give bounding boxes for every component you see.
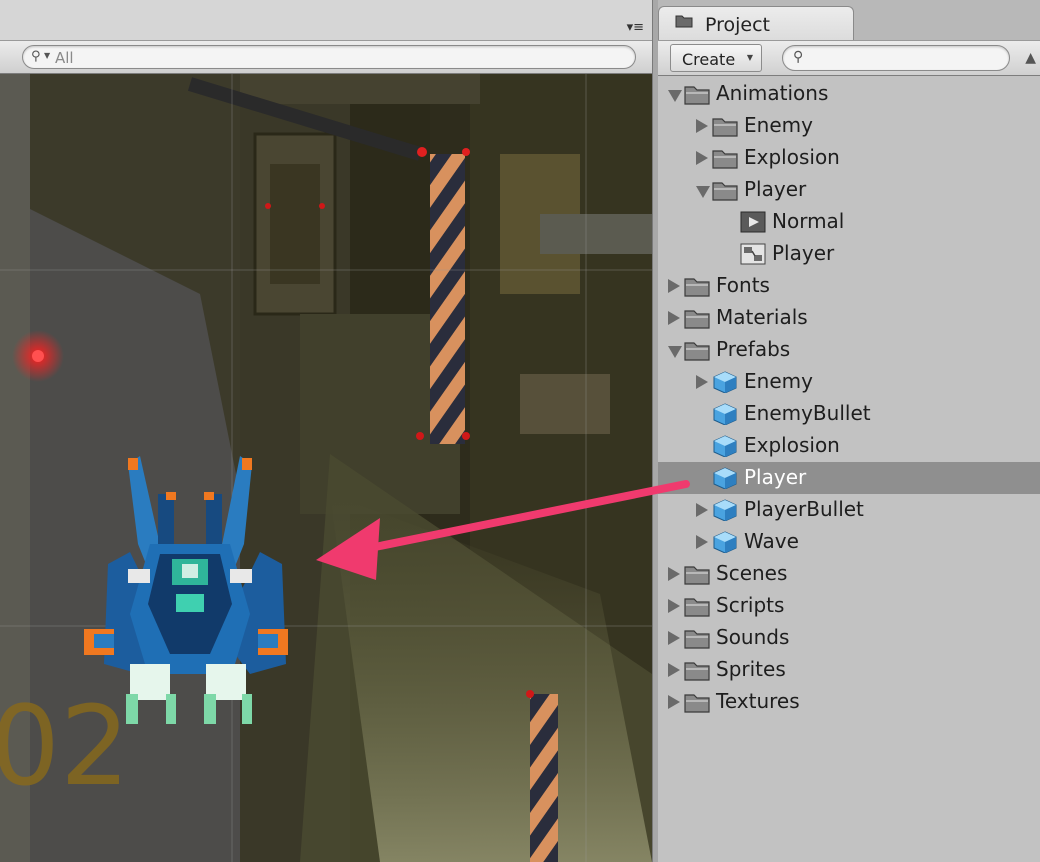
tree-row-label: EnemyBullet	[744, 401, 871, 425]
tree-row[interactable]: Enemy	[658, 366, 1040, 398]
disclosure-open-icon[interactable]	[696, 186, 710, 198]
prefab-cube-icon	[713, 435, 737, 457]
tree-row-label: Enemy	[744, 113, 813, 137]
tree-row-label: Player	[744, 177, 807, 201]
tree-row[interactable]: Sounds	[658, 622, 1040, 654]
disclosure-closed-icon[interactable]	[668, 663, 680, 677]
tree-row-label: PlayerBullet	[744, 497, 864, 521]
disclosure-closed-icon[interactable]	[696, 375, 708, 389]
caret-down-icon: ▼	[746, 53, 753, 62]
tree-row-label: Animations	[716, 81, 829, 105]
search-filter-dropdown-icon[interactable]: ▼	[44, 51, 50, 60]
disclosure-closed-icon[interactable]	[696, 535, 708, 549]
tree-row-label: Scenes	[716, 561, 788, 585]
project-tree: Animations Enemy Explosion Player Normal Play…	[658, 78, 1040, 862]
disclosure-closed-icon[interactable]	[668, 279, 680, 293]
tree-row[interactable]: Normal	[658, 206, 1040, 238]
scene-tab-bar: ▾≡	[0, 0, 652, 40]
create-button-label: Create	[682, 50, 736, 69]
prefab-cube-icon	[713, 371, 737, 393]
folder-icon	[712, 150, 738, 169]
animator-controller-icon	[740, 243, 766, 265]
disclosure-closed-icon[interactable]	[696, 151, 708, 165]
disclosure-closed-icon[interactable]	[668, 695, 680, 709]
tree-row[interactable]: Textures	[658, 686, 1040, 718]
animation-clip-icon	[740, 211, 766, 233]
folder-icon	[684, 278, 710, 297]
folder-icon	[684, 86, 710, 105]
folder-icon	[684, 342, 710, 361]
tree-row-label: Explosion	[744, 145, 840, 169]
tree-row[interactable]: Explosion	[658, 142, 1040, 174]
folder-icon	[712, 182, 738, 201]
tree-row[interactable]: Fonts	[658, 270, 1040, 302]
game-scene-render: 02	[0, 74, 652, 862]
folder-icon	[684, 566, 710, 585]
tree-row[interactable]: Scripts	[658, 590, 1040, 622]
runway-marking: 02	[0, 682, 130, 810]
disclosure-open-icon[interactable]	[668, 346, 682, 358]
project-search-input[interactable]: ⚲	[782, 45, 1010, 71]
tree-row-label: Player	[744, 465, 807, 489]
prefab-cube-icon	[713, 499, 737, 521]
tree-row[interactable]: Scenes	[658, 558, 1040, 590]
search-icon: ⚲	[793, 49, 804, 65]
disclosure-closed-icon[interactable]	[668, 599, 680, 613]
tree-row[interactable]: Wave	[658, 526, 1040, 558]
scene-viewport[interactable]: 02	[0, 74, 652, 862]
search-icon: ⚲	[31, 49, 41, 64]
tree-row[interactable]: Explosion	[658, 430, 1040, 462]
tree-row-label: Sprites	[716, 657, 786, 681]
folder-icon	[675, 15, 693, 28]
tree-row-label: Materials	[716, 305, 808, 329]
tree-row[interactable]: Enemy	[658, 110, 1040, 142]
tree-row-label: Explosion	[744, 433, 840, 457]
tree-row[interactable]: Player	[658, 462, 1040, 494]
scene-search-placeholder: All	[55, 49, 74, 67]
panel-menu-icon[interactable]: ▾≡	[627, 20, 644, 35]
folder-icon	[684, 598, 710, 617]
disclosure-closed-icon[interactable]	[668, 631, 680, 645]
disclosure-closed-icon[interactable]	[668, 567, 680, 581]
toolbar-overflow-icon[interactable]: ▲	[1025, 50, 1036, 66]
folder-icon	[684, 694, 710, 713]
folder-icon	[684, 310, 710, 329]
tree-row-label: Scripts	[716, 593, 785, 617]
tree-row[interactable]: Animations	[658, 78, 1040, 110]
scene-view: ▾≡ ⚲ ▼ All 02	[0, 0, 652, 862]
tree-row-label: Wave	[744, 529, 799, 553]
project-tab-bar: Project	[658, 0, 1040, 40]
disclosure-closed-icon[interactable]	[696, 119, 708, 133]
tree-row-label: Prefabs	[716, 337, 791, 361]
prefab-cube-icon	[713, 403, 737, 425]
disclosure-open-icon[interactable]	[668, 90, 682, 102]
tree-row[interactable]: Materials	[658, 302, 1040, 334]
project-toolbar: Create ▼ ⚲ ▲	[658, 40, 1040, 76]
tree-row-label: Normal	[772, 209, 845, 233]
tree-row[interactable]: PlayerBullet	[658, 494, 1040, 526]
tree-row-label: Textures	[716, 689, 800, 713]
tab-project-label: Project	[705, 14, 771, 36]
scene-search-input[interactable]: ⚲ ▼ All	[22, 45, 636, 69]
scene-toolbar: ⚲ ▼ All	[0, 40, 652, 74]
tree-row-label: Sounds	[716, 625, 790, 649]
project-panel: Project Create ▼ ⚲ ▲ Animations Enemy Expl…	[658, 0, 1040, 862]
tab-project[interactable]: Project	[658, 6, 854, 40]
create-button[interactable]: Create ▼	[670, 44, 762, 72]
tree-row[interactable]: Player	[658, 174, 1040, 206]
tree-row-label: Player	[772, 241, 835, 265]
tree-row[interactable]: EnemyBullet	[658, 398, 1040, 430]
folder-icon	[684, 630, 710, 649]
tree-row[interactable]: Prefabs	[658, 334, 1040, 366]
prefab-cube-icon	[713, 531, 737, 553]
folder-icon	[712, 118, 738, 137]
folder-icon	[684, 662, 710, 681]
disclosure-closed-icon[interactable]	[696, 503, 708, 517]
tree-row-label: Fonts	[716, 273, 770, 297]
disclosure-closed-icon[interactable]	[668, 311, 680, 325]
tree-row-label: Enemy	[744, 369, 813, 393]
tree-row[interactable]: Player	[658, 238, 1040, 270]
prefab-cube-icon	[713, 467, 737, 489]
tree-row[interactable]: Sprites	[658, 654, 1040, 686]
